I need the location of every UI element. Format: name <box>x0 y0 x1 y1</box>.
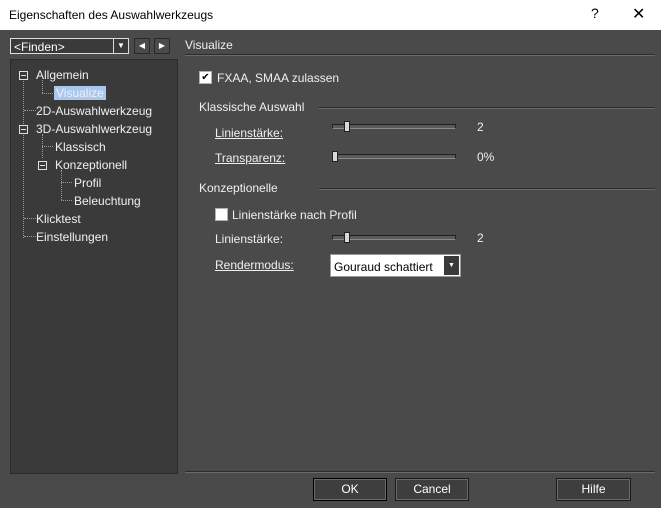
conceptual-line-width-thumb[interactable] <box>343 232 350 243</box>
tree-item-einstellungen[interactable]: Einstellungen <box>36 230 108 244</box>
tree-item-profil[interactable]: Profil <box>74 176 101 190</box>
triangle-left-icon: ◀ <box>138 41 146 50</box>
tree-item-klicktest[interactable]: Klicktest <box>36 212 81 226</box>
tree-connector <box>42 146 53 147</box>
classic-line-width-slider[interactable] <box>332 124 456 129</box>
next-button[interactable]: ▶ <box>154 38 170 54</box>
tree-connector <box>24 236 36 237</box>
find-combo[interactable]: <Finden> ▼ <box>10 38 129 54</box>
navigation-tree[interactable]: Allgemein Visualize 2D-Auswahlwerkzeug 3… <box>10 59 178 474</box>
tree-item-beleuchtung[interactable]: Beleuchtung <box>74 194 141 208</box>
conceptual-heading: Konzeptionelle <box>199 181 278 195</box>
tree-connector <box>61 170 62 200</box>
window-title: Eigenschaften des Auswahlwerkzeugs <box>9 8 214 22</box>
transparency-thumb[interactable] <box>332 151 338 162</box>
transparency-value: 0% <box>477 150 495 164</box>
panel-title: Visualize <box>185 38 233 52</box>
tree-item-allgemein[interactable]: Allgemein <box>36 68 89 82</box>
classic-line-width-value: 2 <box>477 120 484 134</box>
collapse-icon[interactable] <box>38 161 47 170</box>
classic-divider <box>319 107 655 109</box>
tree-item-konzeptionell[interactable]: Konzeptionell <box>55 158 127 172</box>
transparency-label: Transparenz: <box>215 151 286 165</box>
transparency-slider[interactable] <box>332 154 456 159</box>
render-mode-label: Rendermodus: <box>215 258 294 272</box>
classic-heading: Klassische Auswahl <box>199 100 305 114</box>
title-bar: Eigenschaften des Auswahlwerkzeugs ? ✕ <box>0 0 661 30</box>
chevron-down-icon[interactable]: ▼ <box>113 39 128 53</box>
help-icon[interactable]: ? <box>591 5 599 21</box>
help-button[interactable]: Hilfe <box>556 478 631 501</box>
tree-connector <box>61 182 72 183</box>
fxaa-label: FXAA, SMAA zulassen <box>217 71 340 85</box>
tree-connector <box>24 110 36 111</box>
classic-line-width-label: Linienstärke: <box>215 126 284 140</box>
conceptual-divider <box>319 188 655 190</box>
tree-connector <box>24 218 36 219</box>
tree-item-3d-selection-tool[interactable]: 3D-Auswahlwerkzeug <box>36 122 152 136</box>
tree-item-visualize[interactable]: Visualize <box>54 86 106 100</box>
classic-line-width-thumb[interactable] <box>343 121 350 132</box>
tree-connector <box>42 93 53 94</box>
profile-line-width-label: Linienstärke nach Profil <box>232 208 357 222</box>
fxaa-checkbox[interactable]: ✔ <box>199 71 212 84</box>
find-combo-value: <Finden> <box>14 40 65 54</box>
panel-title-divider <box>185 54 655 56</box>
tree-connector <box>61 200 72 201</box>
render-mode-value: Gouraud schattiert <box>334 260 433 274</box>
chevron-down-icon[interactable]: ▼ <box>444 256 459 275</box>
footer-divider <box>185 471 655 473</box>
triangle-right-icon: ▶ <box>158 41 166 50</box>
tree-item-2d-selection-tool[interactable]: 2D-Auswahlwerkzeug <box>36 104 152 118</box>
ok-button[interactable]: OK <box>313 478 387 501</box>
render-mode-select[interactable]: Gouraud schattiert ▼ <box>330 254 461 277</box>
profile-line-width-checkbox[interactable] <box>215 208 228 221</box>
conceptual-line-width-value: 2 <box>477 231 484 245</box>
collapse-icon[interactable] <box>19 125 28 134</box>
tree-item-klassisch[interactable]: Klassisch <box>55 140 106 154</box>
previous-button[interactable]: ◀ <box>134 38 150 54</box>
collapse-icon[interactable] <box>19 71 28 80</box>
conceptual-line-width-label: Linienstärke: <box>215 232 284 246</box>
close-icon[interactable]: ✕ <box>632 4 645 24</box>
conceptual-line-width-slider[interactable] <box>332 235 456 240</box>
tree-connector <box>23 78 24 238</box>
cancel-button[interactable]: Cancel <box>395 478 469 501</box>
